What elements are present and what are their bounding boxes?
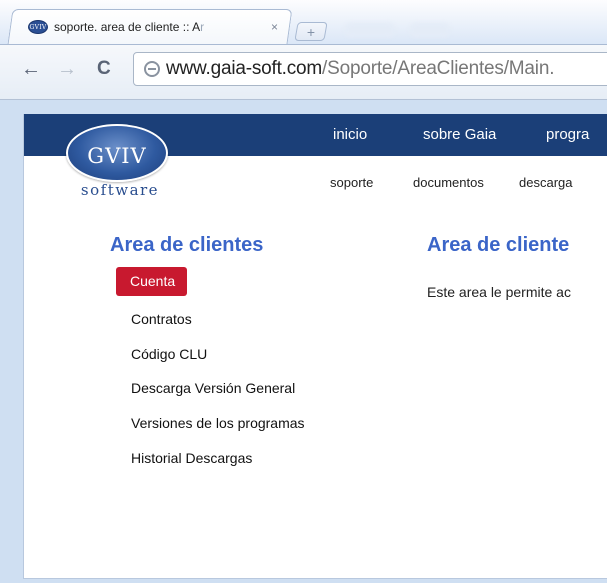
subnav-link-documentos[interactable]: documentos xyxy=(413,175,484,190)
reload-icon[interactable]: C xyxy=(97,58,111,80)
tab-strip: GVIV soporte. area de cliente :: Ar × + xyxy=(0,0,607,44)
browser-tab-content[interactable]: GVIV soporte. area de cliente :: Ar × xyxy=(28,17,278,37)
sidebar-title: Area de clientes xyxy=(110,234,264,256)
sidebar-item-cuenta[interactable]: Cuenta xyxy=(116,267,188,296)
toolbar-divider xyxy=(0,99,607,100)
subnav-link-descargas[interactable]: descarga xyxy=(519,175,572,190)
sidebar-item-contratos[interactable]: Contratos xyxy=(131,311,192,327)
sidebar-item-versiones-programas[interactable]: Versiones de los programas xyxy=(131,415,305,431)
sidebar-item-historial-descargas[interactable]: Historial Descargas xyxy=(131,450,252,466)
subnav-link-soporte[interactable]: soporte xyxy=(330,175,373,190)
blurred-tab xyxy=(410,23,450,37)
site-favicon-icon: GVIV xyxy=(28,20,48,34)
forward-arrow-icon[interactable]: → xyxy=(57,58,77,80)
logo-text: GVIV xyxy=(87,144,147,168)
content-text: Este area le permite ac xyxy=(427,284,571,300)
tab-title: soporte. area de cliente :: Ar xyxy=(54,20,205,34)
plus-icon: + xyxy=(306,23,316,40)
nav-link-inicio[interactable]: inicio xyxy=(333,126,367,143)
logo-ellipse: GVIV xyxy=(66,124,168,182)
blurred-tab xyxy=(345,23,395,37)
page-viewport: GVIV software inicio sobre Gaia progra s… xyxy=(23,114,607,579)
address-bar[interactable]: www.gaia-soft.com/Soporte/AreaClientes/M… xyxy=(133,52,607,86)
sidebar-item-descarga-version-general[interactable]: Descarga Versión General xyxy=(131,380,295,396)
browser-toolbar: ← → C www.gaia-soft.com/Soporte/AreaClie… xyxy=(0,44,607,100)
sidebar-item-codigo-clu[interactable]: Código CLU xyxy=(131,346,207,362)
globe-icon xyxy=(144,61,160,77)
nav-link-sobre-gaia[interactable]: sobre Gaia xyxy=(423,126,496,143)
content-title: Area de cliente xyxy=(427,234,570,256)
new-tab-button[interactable]: + xyxy=(294,22,328,41)
back-arrow-icon[interactable]: ← xyxy=(21,58,41,80)
url-text: www.gaia-soft.com/Soporte/AreaClientes/M… xyxy=(166,58,555,79)
site-logo[interactable]: GVIV software xyxy=(66,124,174,199)
tab-close-icon[interactable]: × xyxy=(271,20,278,34)
nav-link-programas[interactable]: progra xyxy=(546,126,589,143)
window-frame-bottom xyxy=(0,579,607,583)
logo-subtitle: software xyxy=(80,181,160,199)
